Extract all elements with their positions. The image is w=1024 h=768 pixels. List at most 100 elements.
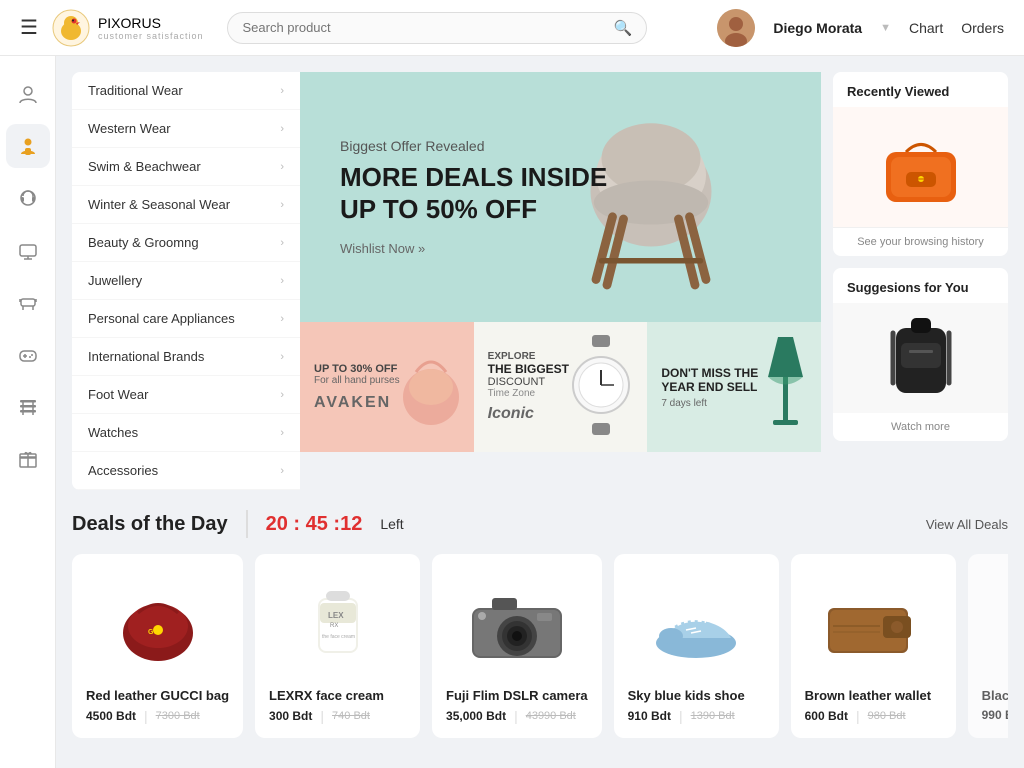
recently-viewed-title: Recently Viewed [833,72,1008,107]
nav-right: Diego Morata ▼ Chart Orders [717,9,1004,47]
deals-timer: 20 : 45 :12 [266,513,363,536]
category-winter-wear[interactable]: Winter & Seasonal Wear › [72,186,300,224]
wishlist-button[interactable]: Wishlist Now » [340,241,607,256]
suggestions-section: Suggesions for You Watch more [833,268,1008,441]
category-label: Accessories [88,463,158,478]
price-separator: | [320,708,324,724]
sidebar-icon-tv[interactable] [6,228,50,272]
logo-icon [52,9,90,47]
category-beauty[interactable]: Beauty & Groomng › [72,224,300,262]
deals-header: Deals of the Day 20 : 45 :12 Left View A… [72,510,1008,538]
chevron-icon: › [280,427,284,439]
sidebar-icon-gift[interactable] [6,436,50,480]
deal-new-price: 4500 Bdt [86,709,136,723]
deal-old-price: 740 Bdt [332,710,370,722]
category-watches[interactable]: Watches › [72,414,300,452]
chevron-icon: › [280,237,284,249]
banner-subtitle: Biggest Offer Revealed [340,138,607,154]
sidebar-icon-person[interactable] [6,124,50,168]
content-area: Traditional Wear › Western Wear › Swim &… [56,56,1024,768]
deals-title: Deals of the Day [72,513,228,536]
category-label: Watches [88,425,138,440]
suggestions-title: Suggesions for You [833,268,1008,303]
deal-card-camera[interactable]: Fuji Flim DSLR camera 35,000 Bdt | 43990… [432,554,602,738]
chart-link[interactable]: Chart [909,20,943,36]
deal-card-wallet[interactable]: Brown leather wallet 600 Bdt | 980 Bdt [791,554,956,738]
left-sidebar [0,56,56,768]
logo-name: PIXORUS [98,15,204,31]
price-separator: | [514,708,518,724]
view-all-deals-button[interactable]: View All Deals [926,517,1008,532]
category-label: Winter & Seasonal Wear [88,197,230,212]
username-label[interactable]: Diego Morata [773,20,862,36]
orders-link[interactable]: Orders [961,20,1004,36]
deal-img-wallet [805,568,942,678]
lamp-icon [758,327,813,437]
deals-section: Deals of the Day 20 : 45 :12 Left View A… [56,490,1024,754]
sidebar-icon-user[interactable] [6,72,50,116]
deal-prices-camera: 35,000 Bdt | 43990 Bdt [446,708,588,724]
search-icon: 🔍 [614,19,633,37]
category-label: Beauty & Groomng [88,235,199,250]
sidebar-icon-gaming[interactable] [6,332,50,376]
right-panel: Recently Viewed See your browsing histo [833,72,1008,490]
deal-card-gucci-bag[interactable]: GG Red leather GUCCI bag 4500 Bdt | 7300… [72,554,243,738]
category-swim-beachwear[interactable]: Swim & Beachwear › [72,148,300,186]
sub-banners: UP TO 30% OFF For all hand purses AVAKEN… [300,322,821,452]
svg-text:the face cream: the face cream [322,634,355,640]
chevron-icon: › [280,351,284,363]
deal-card-kids-shoe[interactable]: Sky blue kids shoe 910 Bdt | 1390 Bdt [614,554,779,738]
deal-img-cream: LEX RX the face cream [269,568,406,678]
deal-img-camera [446,568,588,678]
deal-old-price: 43990 Bdt [526,710,576,722]
deal-new-price: 300 Bdt [269,709,312,723]
black-item-image [1005,578,1008,668]
recently-viewed-image [833,107,1008,227]
deal-img-shoe [628,568,765,678]
deal-prices-gucci: 4500 Bdt | 7300 Bdt [86,708,229,724]
category-personal-care[interactable]: Personal care Appliances › [72,300,300,338]
category-label: Traditional Wear [88,83,183,98]
banner-title: MORE DEALS INSIDEUP TO 50% OFF [340,162,607,224]
chevron-icon: › [280,199,284,211]
category-footwear[interactable]: Foot Wear › [72,376,300,414]
hamburger-button[interactable]: ☰ [20,15,38,40]
category-traditional-wear[interactable]: Traditional Wear › [72,72,300,110]
sidebar-icon-furniture[interactable] [6,280,50,324]
sidebar-icon-support[interactable] [6,176,50,220]
deal-img-black [982,568,1008,678]
watch-more-link[interactable]: Watch more [833,413,1008,441]
deal-card-black[interactable]: Black... 990 Bdt [968,554,1008,738]
chevron-icon: › [280,275,284,287]
suggestions-image [833,303,1008,413]
chevron-icon: › [280,123,284,135]
price-separator: | [856,708,860,724]
category-juwellery[interactable]: Juwellery › [72,262,300,300]
chevron-icon: › [280,465,284,477]
face-cream-image: LEX RX the face cream [298,573,378,673]
username-chevron: ▼ [880,22,891,34]
see-history-link[interactable]: See your browsing history [833,227,1008,256]
search-bar: 🔍 [227,12,647,44]
deal-prices-shoe: 910 Bdt | 1390 Bdt [628,708,765,724]
sidebar-icon-shelves[interactable] [6,384,50,428]
deal-old-price: 7300 Bdt [156,710,200,722]
sub-banner-watch[interactable]: EXPLORE THE BIGGEST DISCOUNT Time Zone I… [474,322,648,452]
avatar [717,9,755,47]
category-label: Western Wear [88,121,171,136]
chevron-icon: › [280,313,284,325]
deal-old-price: 1390 Bdt [691,710,735,722]
category-western-wear[interactable]: Western Wear › [72,110,300,148]
search-input[interactable] [242,20,613,35]
topnav: ☰ PIXORUS customer satisfaction 🔍 Diego … [0,0,1024,56]
category-intl-brands[interactable]: International Brands › [72,338,300,376]
deal-card-face-cream[interactable]: LEX RX the face cream LEXRX face cream 3… [255,554,420,738]
category-label: Foot Wear [88,387,148,402]
category-label: Personal care Appliances [88,311,235,326]
backpack-illustration [881,308,961,408]
banner-section: Biggest Offer Revealed MORE DEALS INSIDE… [300,72,821,490]
sub-banner-lamp[interactable]: DON'T MISS THE YEAR END SELL 7 days left [647,322,821,452]
category-accessories[interactable]: Accessories › [72,452,300,490]
price-separator: | [144,708,148,724]
sub-banner-purses[interactable]: UP TO 30% OFF For all hand purses AVAKEN [300,322,474,452]
